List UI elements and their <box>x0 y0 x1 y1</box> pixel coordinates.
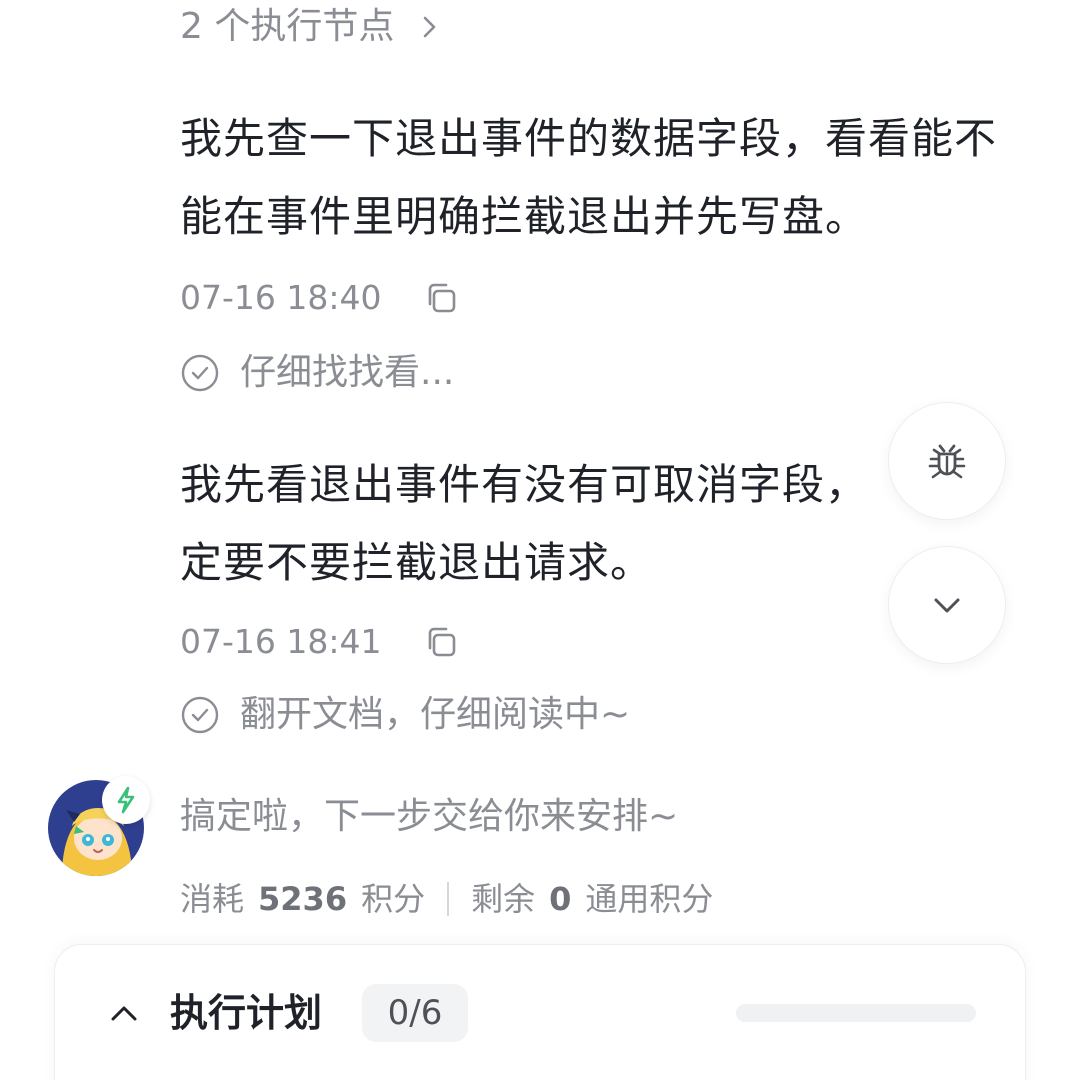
credits-summary: 消耗 5236 积分 剩余 0 通用积分 <box>180 876 713 922</box>
message-text: 我先看退出事件有没有可取消字段，定要不要拦截退出请求。 <box>180 460 869 587</box>
plan-collapse-button[interactable] <box>104 994 144 1034</box>
exec-nodes-link[interactable]: 2 个执行节点 <box>180 4 440 50</box>
status-text: 翻开文档，仔细阅读中~ <box>240 694 631 735</box>
chat-page: 2 个执行节点 我先查一下退出事件的数据字段，看看能不能在事件里明确拦截退出并先… <box>0 0 1080 1080</box>
message-meta: 07-16 18:40 <box>180 278 461 318</box>
consumed-unit: 积分 <box>361 880 426 918</box>
divider <box>447 882 450 916</box>
check-circle-icon <box>180 353 220 393</box>
assistant-done-message: 搞定啦，下一步交给你来安排~ <box>180 796 679 837</box>
scroll-down-button[interactable] <box>888 546 1006 664</box>
bug-icon <box>928 444 966 479</box>
plan-progress-badge: 0/6 <box>362 984 468 1042</box>
message-time: 07-16 18:40 <box>180 278 382 317</box>
status-text: 仔细找找看... <box>240 352 455 393</box>
chevron-down-icon <box>934 598 960 613</box>
lightning-icon <box>117 786 135 814</box>
remaining-value: 0 <box>549 880 572 918</box>
consumed-label: 消耗 <box>180 880 245 918</box>
plan-title: 执行计划 <box>170 991 323 1035</box>
check-circle-icon <box>180 695 220 735</box>
lightning-badge <box>102 776 150 824</box>
copy-icon <box>429 283 456 313</box>
chevron-up-icon <box>111 1006 137 1021</box>
message-meta: 07-16 18:41 <box>180 622 461 662</box>
chevron-right-icon <box>420 4 440 50</box>
copy-button[interactable] <box>421 622 461 662</box>
message-status: 仔细找找看... <box>180 350 454 396</box>
remaining-label: 剩余 <box>471 880 536 918</box>
plan-progress-bar <box>736 1004 976 1022</box>
exec-nodes-label: 2 个执行节点 <box>180 6 395 47</box>
copy-icon <box>429 627 456 657</box>
remaining-unit: 通用积分 <box>585 880 714 918</box>
debug-button[interactable] <box>888 402 1006 520</box>
message-status: 翻开文档，仔细阅读中~ <box>180 692 630 738</box>
message-time: 07-16 18:41 <box>180 622 382 661</box>
message-text: 我先查一下退出事件的数据字段，看看能不能在事件里明确拦截退出并先写盘。 <box>180 114 998 241</box>
copy-button[interactable] <box>421 278 461 318</box>
consumed-value: 5236 <box>258 880 348 918</box>
